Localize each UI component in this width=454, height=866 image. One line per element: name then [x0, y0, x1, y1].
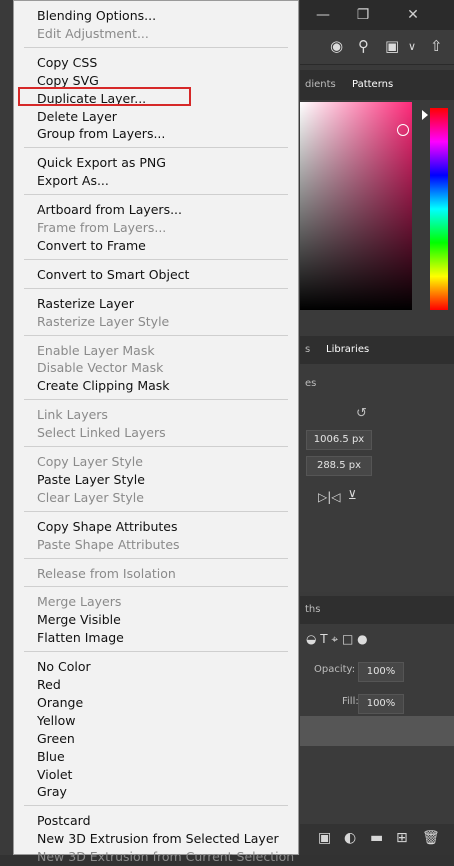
menu-item-paste-layer-style[interactable]: Paste Layer Style: [37, 471, 145, 489]
restore-icon[interactable]: ❐: [350, 4, 376, 26]
adjustment-icon[interactable]: ◐: [344, 830, 356, 846]
menu-item-disable-vector-mask: Disable Vector Mask: [37, 360, 164, 376]
menu-item-red[interactable]: Red: [37, 676, 61, 694]
menu-item-merge-visible[interactable]: Merge Visible: [37, 611, 121, 629]
menu-separator: [24, 510, 288, 512]
menu-item-frame-from-layers: Frame from Layers...: [37, 220, 167, 235]
menu-item-flatten-image[interactable]: Flatten Image: [37, 629, 124, 647]
filter-icons[interactable]: ◒ T ⌖ □ ●: [306, 632, 368, 647]
menu-item-group-from-layers[interactable]: Group from Layers...: [37, 125, 165, 143]
menu-item-export-as[interactable]: Export As...: [37, 172, 109, 190]
chevron-down-icon[interactable]: ∨: [408, 40, 416, 53]
opacity-field[interactable]: 100%: [358, 662, 404, 682]
menu-item-copy-css[interactable]: Copy CSS: [37, 54, 97, 72]
workspace-icon[interactable]: ▣: [385, 37, 399, 55]
menu-item-link-layers: Link Layers: [37, 407, 108, 423]
menu-item-new-3d-extrusion-from-selected-layer[interactable]: New 3D Extrusion from Selected Layer: [37, 830, 279, 848]
flip-vertical-icon[interactable]: ⊻: [348, 488, 357, 502]
menu-item-blue[interactable]: Blue: [37, 748, 65, 766]
menu-item-enable-layer-mask: Enable Layer Mask: [37, 342, 155, 358]
menu-separator: [24, 399, 288, 401]
menu-separator: [24, 46, 288, 48]
search-icon[interactable]: ⚲: [358, 37, 369, 55]
tab-patterns[interactable]: Patterns: [352, 70, 393, 100]
selected-layer-row[interactable]: [300, 716, 454, 746]
menu-item-copy-layer-style: Copy Layer Style: [37, 454, 143, 469]
top-toolbar: ◉ ⚲ ▣ ∨ ⇧: [300, 30, 454, 65]
menu-item-release-from-isolation: Release from Isolation: [37, 565, 176, 581]
tab-paths[interactable]: ths: [305, 596, 320, 624]
menu-item-delete-layer[interactable]: Delete Layer: [37, 108, 117, 126]
menu-separator: [24, 194, 288, 196]
menu-separator: [24, 147, 288, 149]
layer-context-menu: Blending Options... Edit Adjustment... Cop…: [13, 0, 299, 864]
menu-item-edit-adjustment: Edit Adjustment...: [37, 25, 149, 41]
menu-item-new-3d-extrusion-from-current-selection: New 3D Extrusion from Current Selection: [37, 849, 295, 865]
menu-separator: [24, 651, 288, 653]
properties-panel: es ↺ 1006.5 px 288.5 px ▷|◁ ⊻: [300, 364, 454, 592]
properties-tabs: s Libraries: [300, 336, 454, 364]
width-field[interactable]: 1006.5 px: [306, 430, 372, 450]
opacity-label: Opacity:: [314, 664, 356, 675]
height-field[interactable]: 288.5 px: [306, 456, 372, 476]
color-picker-dot[interactable]: [397, 124, 409, 136]
flip-horizontal-icon[interactable]: ▷|◁: [318, 490, 341, 504]
reset-icon[interactable]: ↺: [356, 406, 367, 421]
menu-item-orange[interactable]: Orange: [37, 694, 83, 712]
menu-item-blending-options[interactable]: Blending Options...: [37, 7, 156, 25]
menu-item-convert-to-smart-object[interactable]: Convert to Smart Object: [37, 266, 189, 284]
menu-item-convert-to-frame[interactable]: Convert to Frame: [37, 237, 146, 255]
menu-item-postcard[interactable]: Postcard: [37, 812, 91, 830]
tab-properties[interactable]: s: [305, 336, 310, 364]
menu-item-no-color[interactable]: No Color: [37, 658, 91, 676]
hue-marker: [422, 110, 428, 120]
menu-separator: [24, 586, 288, 588]
menu-item-merge-layers: Merge Layers: [37, 594, 122, 610]
menu-separator: [24, 446, 288, 447]
color-field[interactable]: [300, 102, 412, 310]
menu-separator: [24, 805, 288, 807]
menu-separator: [24, 287, 288, 289]
add-mask-icon[interactable]: ▣: [318, 830, 331, 846]
menu-item-quick-export-as-png[interactable]: Quick Export as PNG: [37, 154, 166, 172]
new-layer-icon[interactable]: ⊞: [396, 830, 408, 846]
menu-separator: [24, 334, 288, 336]
menu-item-rasterize-layer-style: Rasterize Layer Style: [37, 313, 170, 329]
menu-item-create-clipping-mask[interactable]: Create Clipping Mask: [37, 377, 170, 395]
layers-tabs: ths: [300, 596, 454, 624]
menu-item-select-linked-layers: Select Linked Layers: [37, 425, 166, 441]
tab-gradients[interactable]: dients: [305, 70, 336, 100]
menu-item-paste-shape-attributes: Paste Shape Attributes: [37, 536, 180, 552]
folder-icon[interactable]: ▬: [370, 830, 383, 846]
menu-separator: [24, 557, 288, 559]
minimize-icon[interactable]: —: [310, 4, 336, 26]
share-icon[interactable]: ⇧: [430, 37, 443, 55]
highlight-annotation: [18, 87, 191, 106]
fill-field[interactable]: 100%: [358, 694, 404, 714]
menu-item-copy-shape-attributes[interactable]: Copy Shape Attributes: [37, 518, 178, 536]
menu-item-green[interactable]: Green: [37, 730, 75, 748]
tab-libraries[interactable]: Libraries: [326, 336, 369, 364]
fill-label: Fill:: [342, 696, 359, 707]
menu-item-clear-layer-style: Clear Layer Style: [37, 489, 144, 505]
menu-separator: [24, 258, 288, 260]
menu-item-rasterize-layer[interactable]: Rasterize Layer: [37, 295, 134, 313]
layers-bottom-bar: ▣ ◐ ▬ ⊞ 🗑: [300, 824, 454, 855]
menu-item-gray[interactable]: Gray: [37, 783, 67, 801]
title-bar: — ❐ ✕: [300, 0, 454, 30]
menu-item-artboard-from-layers[interactable]: Artboard from Layers...: [37, 201, 182, 219]
hue-slider[interactable]: [430, 108, 448, 310]
properties-label: es: [305, 378, 317, 389]
color-panel-tabs: dients Patterns: [300, 70, 454, 100]
menu-item-violet[interactable]: Violet: [37, 766, 72, 784]
close-icon[interactable]: ✕: [400, 4, 426, 26]
trash-icon[interactable]: 🗑: [422, 830, 440, 846]
menu-item-yellow[interactable]: Yellow: [37, 712, 75, 730]
search-options-icon[interactable]: ◉: [330, 37, 343, 55]
